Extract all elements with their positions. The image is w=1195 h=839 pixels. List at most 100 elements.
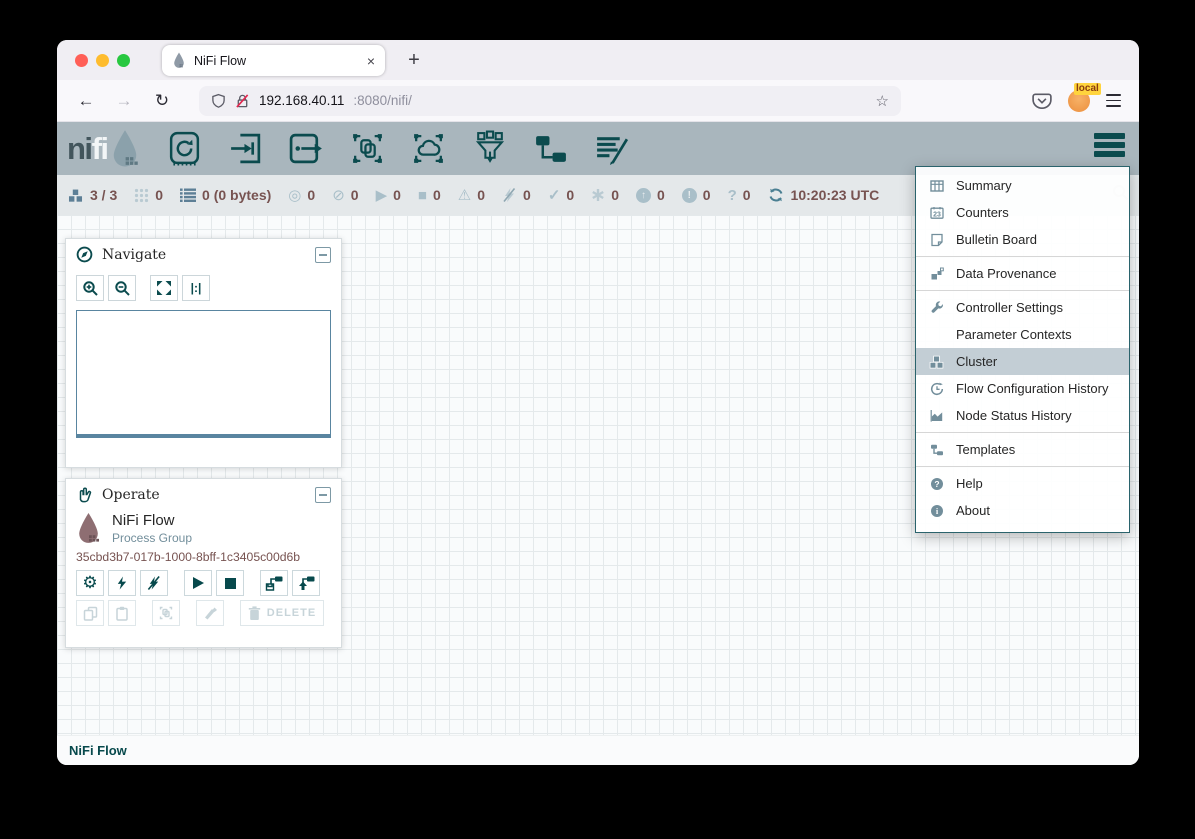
zoom-in-button[interactable] bbox=[76, 275, 104, 301]
enable-button[interactable] bbox=[108, 570, 136, 596]
menu-item-data-provenance[interactable]: Data Provenance bbox=[916, 260, 1129, 287]
nifi-logo: nifi bbox=[67, 129, 140, 169]
new-tab-button[interactable]: + bbox=[400, 46, 428, 74]
menu-item-help[interactable]: ? Help bbox=[916, 470, 1129, 497]
svg-text:?: ? bbox=[934, 479, 939, 489]
hand-icon bbox=[76, 486, 93, 504]
delete-label: DELETE bbox=[267, 607, 316, 619]
copy-button bbox=[76, 600, 104, 626]
refresh-icon[interactable] bbox=[768, 187, 784, 203]
summary-icon bbox=[928, 179, 945, 193]
cluster-menu-icon bbox=[928, 355, 945, 369]
selected-component: NiFi Flow Process Group bbox=[66, 510, 341, 545]
status-invalid: ⚠ 0 bbox=[458, 187, 485, 203]
global-menu: Summary 23 Counters Bulletin Board bbox=[915, 166, 1130, 533]
stopped-icon: ■ bbox=[418, 188, 427, 203]
configure-button[interactable]: ⚙ bbox=[76, 570, 104, 596]
menu-item-controller-settings[interactable]: Controller Settings bbox=[916, 294, 1129, 321]
menu-item-counters[interactable]: 23 Counters bbox=[916, 199, 1129, 226]
birdseye-minimap[interactable] bbox=[76, 310, 331, 438]
stop-button[interactable] bbox=[216, 570, 244, 596]
collapse-operate-button[interactable] bbox=[315, 487, 331, 503]
minimize-window-button[interactable] bbox=[96, 54, 109, 67]
transmitting-icon: ◎ bbox=[288, 188, 301, 203]
sync-failure-icon: ? bbox=[728, 188, 737, 203]
disable-button[interactable] bbox=[140, 570, 168, 596]
menu-item-parameter-contexts[interactable]: Parameter Contexts bbox=[916, 321, 1129, 348]
paste-button bbox=[108, 600, 136, 626]
output-port-icon[interactable] bbox=[288, 130, 325, 167]
shield-icon[interactable] bbox=[211, 93, 226, 109]
browser-window: NiFi Flow × + ← → ↻ 192.168.40.11:8080/n… bbox=[57, 40, 1139, 765]
menu-item-about[interactable]: i About bbox=[916, 497, 1129, 524]
back-button[interactable]: ← bbox=[71, 86, 101, 116]
breadcrumb-bar: NiFi Flow bbox=[57, 735, 1139, 765]
zoom-out-button[interactable] bbox=[108, 275, 136, 301]
funnel-icon[interactable] bbox=[471, 130, 508, 167]
status-queued: 0 (0 bytes) bbox=[180, 187, 271, 203]
color-button bbox=[196, 600, 224, 626]
status-stopped: ■ 0 bbox=[418, 187, 441, 203]
profile-avatar[interactable]: local bbox=[1068, 90, 1090, 112]
close-tab-icon[interactable]: × bbox=[367, 54, 375, 68]
component-toolbar bbox=[166, 130, 630, 167]
status-running: ▶ 0 bbox=[376, 187, 401, 203]
status-not-transmitting: ⊘ 0 bbox=[332, 187, 358, 203]
menu-item-summary[interactable]: Summary bbox=[916, 172, 1129, 199]
url-path: :8080/nifi/ bbox=[353, 93, 412, 108]
browser-menu-icon[interactable] bbox=[1106, 94, 1121, 106]
templates-icon bbox=[928, 443, 945, 457]
menu-item-node-status-history[interactable]: Node Status History bbox=[916, 402, 1129, 429]
not-transmitting-icon: ⊘ bbox=[332, 188, 345, 203]
create-template-button[interactable] bbox=[260, 570, 288, 596]
template-icon[interactable] bbox=[532, 130, 569, 167]
menu-item-templates[interactable]: Templates bbox=[916, 436, 1129, 463]
cluster-icon bbox=[67, 188, 84, 203]
menu-item-bulletin-board[interactable]: Bulletin Board bbox=[916, 226, 1129, 253]
threads-icon bbox=[134, 188, 149, 203]
processor-icon[interactable] bbox=[166, 130, 203, 167]
remote-process-group-icon[interactable] bbox=[410, 130, 447, 167]
help-icon: ? bbox=[928, 477, 945, 491]
zoom-window-button[interactable] bbox=[117, 54, 130, 67]
status-locally-modified: 0 bbox=[591, 187, 619, 203]
chart-icon bbox=[928, 409, 945, 423]
process-group-icon[interactable] bbox=[349, 130, 386, 167]
status-locally-modified-and-stale: ! 0 bbox=[682, 187, 711, 203]
status-up-to-date: ✓ 0 bbox=[548, 187, 574, 203]
menu-item-cluster[interactable]: Cluster bbox=[916, 348, 1129, 375]
window-controls bbox=[75, 54, 130, 67]
upload-template-button[interactable] bbox=[292, 570, 320, 596]
label-icon[interactable] bbox=[593, 130, 630, 167]
selected-component-name: NiFi Flow bbox=[112, 512, 192, 529]
delete-button: DELETE bbox=[240, 600, 324, 626]
menu-item-flow-configuration-history[interactable]: Flow Configuration History bbox=[916, 375, 1129, 402]
stale-icon: ↑ bbox=[636, 188, 651, 203]
zoom-actual-button[interactable]: |:| bbox=[182, 275, 210, 301]
selected-component-type: Process Group bbox=[112, 531, 192, 545]
reload-button[interactable]: ↻ bbox=[147, 86, 177, 116]
breadcrumb-root[interactable]: NiFi Flow bbox=[69, 743, 127, 758]
browser-tab[interactable]: NiFi Flow × bbox=[162, 45, 385, 76]
status-disabled: 0 bbox=[502, 187, 531, 203]
close-window-button[interactable] bbox=[75, 54, 88, 67]
pocket-icon[interactable] bbox=[1032, 92, 1052, 110]
bookmark-star-icon[interactable]: ☆ bbox=[876, 92, 889, 110]
process-group-drop-icon bbox=[76, 512, 101, 545]
refresh-status: 10:20:23 UTC bbox=[768, 187, 880, 203]
info-icon: i bbox=[928, 504, 945, 518]
start-button[interactable] bbox=[184, 570, 212, 596]
collapse-navigate-button[interactable] bbox=[315, 247, 331, 263]
zoom-fit-button[interactable] bbox=[150, 275, 178, 301]
forward-button: → bbox=[109, 86, 139, 116]
nifi-drop-icon bbox=[110, 129, 140, 169]
insecure-lock-icon[interactable] bbox=[235, 93, 250, 109]
input-port-icon[interactable] bbox=[227, 130, 264, 167]
url-bar[interactable]: 192.168.40.11:8080/nifi/ ☆ bbox=[199, 86, 901, 116]
global-menu-icon[interactable] bbox=[1094, 133, 1125, 157]
status-stale: ↑ 0 bbox=[636, 187, 665, 203]
navigate-title: Navigate bbox=[102, 247, 166, 263]
bulletin-board-icon bbox=[928, 233, 945, 247]
tab-title: NiFi Flow bbox=[194, 54, 246, 68]
queued-icon bbox=[180, 188, 196, 202]
